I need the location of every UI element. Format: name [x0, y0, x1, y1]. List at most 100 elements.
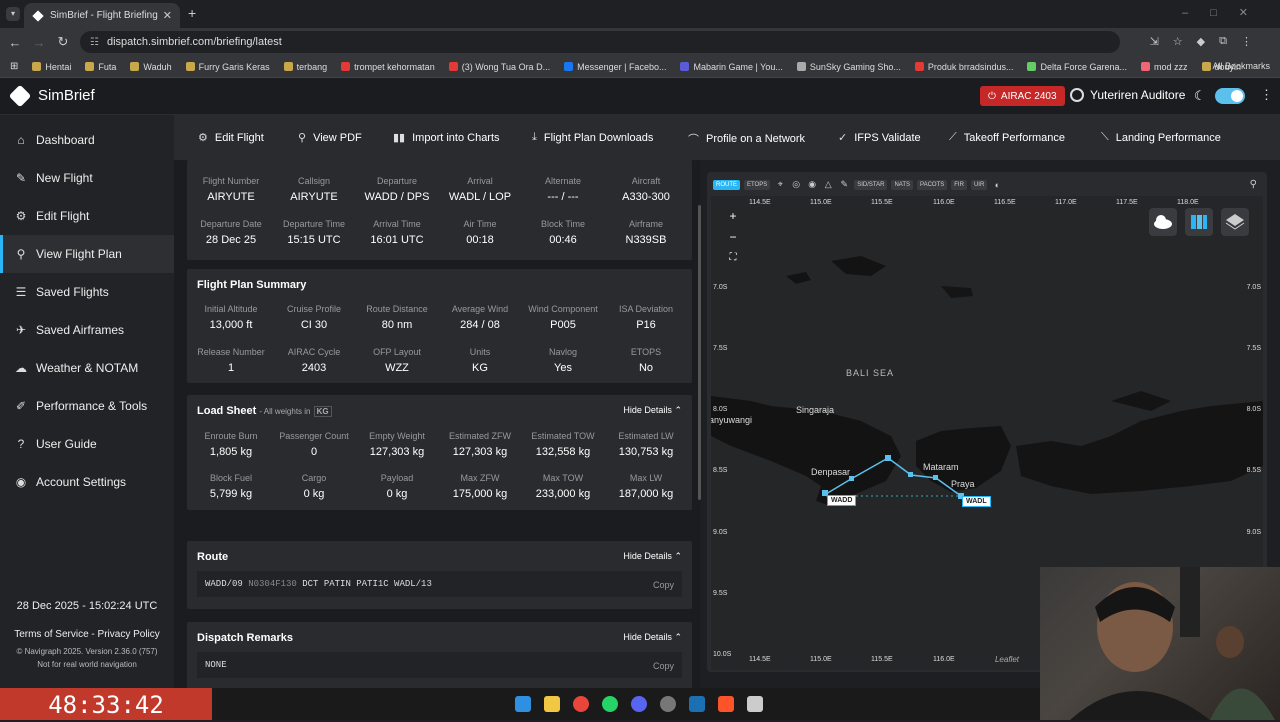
latitude-label: 8.0S: [1246, 406, 1261, 413]
map-uir-button[interactable]: UIR: [970, 179, 988, 190]
forward-icon[interactable]: →: [27, 35, 51, 50]
steam-icon[interactable]: [689, 696, 705, 712]
browser-tab[interactable]: SimBrief - Flight Briefing ✕: [24, 3, 180, 28]
bookmark-icon: [796, 62, 806, 71]
start-icon[interactable]: [515, 696, 531, 712]
privacy-link[interactable]: Privacy Policy: [98, 629, 160, 640]
remarks-text[interactable]: NONE Copy: [197, 652, 682, 678]
map-sid-star-button[interactable]: SID/STAR: [854, 179, 888, 190]
map-etops-button[interactable]: ETOPS: [744, 179, 771, 190]
map-search-icon[interactable]: ⚲: [1250, 179, 1257, 190]
bookmark-item[interactable]: SunSky Gaming Sho...: [796, 62, 901, 72]
whatsapp-icon[interactable]: [602, 696, 618, 712]
map-nats-button[interactable]: NATS: [891, 179, 914, 190]
map-layer-button[interactable]: [1185, 208, 1213, 236]
leaflet-attribution[interactable]: Leaflet: [995, 655, 1019, 664]
target-icon[interactable]: ◉: [806, 179, 818, 190]
tab-close-icon[interactable]: ✕: [163, 9, 172, 22]
pointer-icon[interactable]: ⌖: [774, 179, 786, 190]
extension-icon[interactable]: ◆: [1197, 35, 1205, 48]
sidebar-item-new-flight[interactable]: ✎ New Flight: [0, 159, 174, 197]
sidebar-item-view-flight-plan[interactable]: ⚲ View Flight Plan: [0, 235, 174, 273]
app-icon[interactable]: [747, 696, 763, 712]
origin-airport-marker[interactable]: WADD: [827, 495, 857, 506]
bookmark-item[interactable]: mod zzz: [1141, 62, 1188, 72]
destination-airport-marker[interactable]: WADL: [962, 496, 991, 507]
bookmark-item[interactable]: (3) Wong Tua Ora D...: [448, 62, 550, 72]
route-copy-button[interactable]: Copy: [653, 580, 674, 590]
toolbar-view-pdf-button[interactable]: ⚲ View PDF: [298, 131, 362, 145]
sidebar-item-performance-tools[interactable]: ✐ Performance & Tools: [0, 387, 174, 425]
reload-icon[interactable]: ↻: [51, 34, 75, 50]
sidebar-item-weather-notam[interactable]: ☁ Weather & NOTAM: [0, 349, 174, 387]
toolbar-landing-performance-button[interactable]: ⟍ Landing Performance: [1101, 131, 1221, 144]
discord-icon[interactable]: [631, 696, 647, 712]
brave-icon[interactable]: [718, 696, 734, 712]
menu-icon[interactable]: ⋮: [1241, 35, 1252, 48]
folder-icon[interactable]: [544, 696, 560, 712]
more-icon[interactable]: ⋮: [1260, 87, 1273, 103]
airac-badge[interactable]: ⏻ AIRAC 2403: [980, 86, 1065, 106]
sidebar-item-edit-flight[interactable]: ⚙ Edit Flight: [0, 197, 174, 235]
url-field[interactable]: ☷ dispatch.simbrief.com/briefing/latest: [80, 31, 1120, 53]
sidebar-item-dashboard[interactable]: ⌂ Dashboard: [0, 121, 174, 159]
star-icon[interactable]: ☆: [1173, 35, 1183, 48]
zoom-out-button[interactable]: −: [725, 229, 741, 245]
install-icon[interactable]: ⇲: [1150, 35, 1159, 48]
content-scrollbar[interactable]: [698, 205, 701, 500]
toolbar-ifps-validate-button[interactable]: ✓ IFPS Validate: [838, 131, 921, 145]
toolbar-flight-plan-downloads-button[interactable]: ⤓ Flight Plan Downloads: [532, 131, 653, 144]
apps-icon[interactable]: ⊞: [10, 61, 18, 72]
remarks-hide-details[interactable]: Hide Details ⌃: [623, 632, 682, 643]
bookmark-item[interactable]: Furry Garis Keras: [185, 62, 270, 72]
zoom-in-button[interactable]: +: [725, 208, 741, 224]
bookmark-item[interactable]: Hentai: [32, 62, 71, 72]
toolbar-profile-on-a-network-button[interactable]: ⌒ Profile on a Network: [688, 131, 805, 147]
route-hide-details[interactable]: Hide Details ⌃: [623, 551, 682, 562]
back-icon[interactable]: ←: [3, 35, 27, 50]
tab-search-icon[interactable]: ▾: [6, 7, 20, 21]
bookmark-item[interactable]: Futa: [85, 62, 116, 72]
map-route-button[interactable]: ROUTE: [713, 179, 740, 190]
bookmark-item[interactable]: Waduh: [130, 62, 172, 72]
bookmark-item[interactable]: Produk brradsindus...: [914, 62, 1013, 72]
bookmark-item[interactable]: Mabarin Game | You...: [680, 62, 783, 72]
info-value: 187,000 kg: [618, 488, 674, 500]
chrome-icon[interactable]: [573, 696, 589, 712]
dark-mode-toggle[interactable]: [1215, 88, 1245, 104]
layers-icon[interactable]: [1221, 208, 1249, 236]
triangle-icon[interactable]: △: [822, 179, 834, 190]
fullscreen-icon[interactable]: ⛶: [725, 250, 741, 266]
toolbar-icon: ▮▮: [393, 132, 406, 144]
map-fir-button[interactable]: FIR: [951, 179, 967, 190]
sidebar-item-saved-flights[interactable]: ☰ Saved Flights: [0, 273, 174, 311]
loadsheet-hide-details[interactable]: Hide Details ⌃: [623, 405, 682, 416]
compass-icon[interactable]: ◎: [790, 179, 802, 190]
window-controls[interactable]: –□✕: [1182, 6, 1270, 19]
draw-icon[interactable]: ✎: [838, 179, 850, 190]
remarks-copy-button[interactable]: Copy: [653, 661, 674, 671]
bookmark-item[interactable]: trompet kehormatan: [341, 62, 435, 72]
sidebar-item-user-guide[interactable]: ? User Guide: [0, 425, 174, 463]
route-string[interactable]: WADD/09 N0304F130 DCT PATIN PATI1C WADL/…: [197, 571, 682, 597]
sidebar-item-label: Saved Flights: [36, 285, 109, 299]
toolbar-edit-flight-button[interactable]: ⚙ Edit Flight: [198, 131, 264, 145]
sidebar-item-account-settings[interactable]: ◉ Account Settings: [0, 463, 174, 501]
toolbar-import-into-charts-button[interactable]: ▮▮ Import into Charts: [393, 131, 500, 145]
contrast-icon[interactable]: ◐: [991, 180, 1003, 190]
terms-link[interactable]: Terms of Service: [14, 629, 88, 640]
user-menu[interactable]: Yuteriren Auditore: [1070, 88, 1185, 102]
bookmark-item[interactable]: terbang: [283, 62, 327, 72]
new-tab-icon[interactable]: +: [188, 5, 196, 21]
bookmark-item[interactable]: Delta Force Garena...: [1027, 62, 1127, 72]
app-logo[interactable]: SimBrief: [8, 84, 95, 107]
map-pacots-button[interactable]: PACOTS: [917, 179, 948, 190]
site-info-icon[interactable]: ☷: [90, 37, 99, 48]
sidebar-item-saved-airframes[interactable]: ✈ Saved Airframes: [0, 311, 174, 349]
weather-layer-button[interactable]: [1149, 208, 1177, 236]
all-bookmarks-link[interactable]: All Bookmarks: [1212, 61, 1270, 71]
puzzle-icon[interactable]: ⧉: [1219, 35, 1227, 48]
toolbar-takeoff-performance-button[interactable]: ⟋ Takeoff Performance: [949, 131, 1065, 144]
obs-icon[interactable]: [660, 696, 676, 712]
bookmark-item[interactable]: Messenger | Facebo...: [564, 62, 666, 72]
